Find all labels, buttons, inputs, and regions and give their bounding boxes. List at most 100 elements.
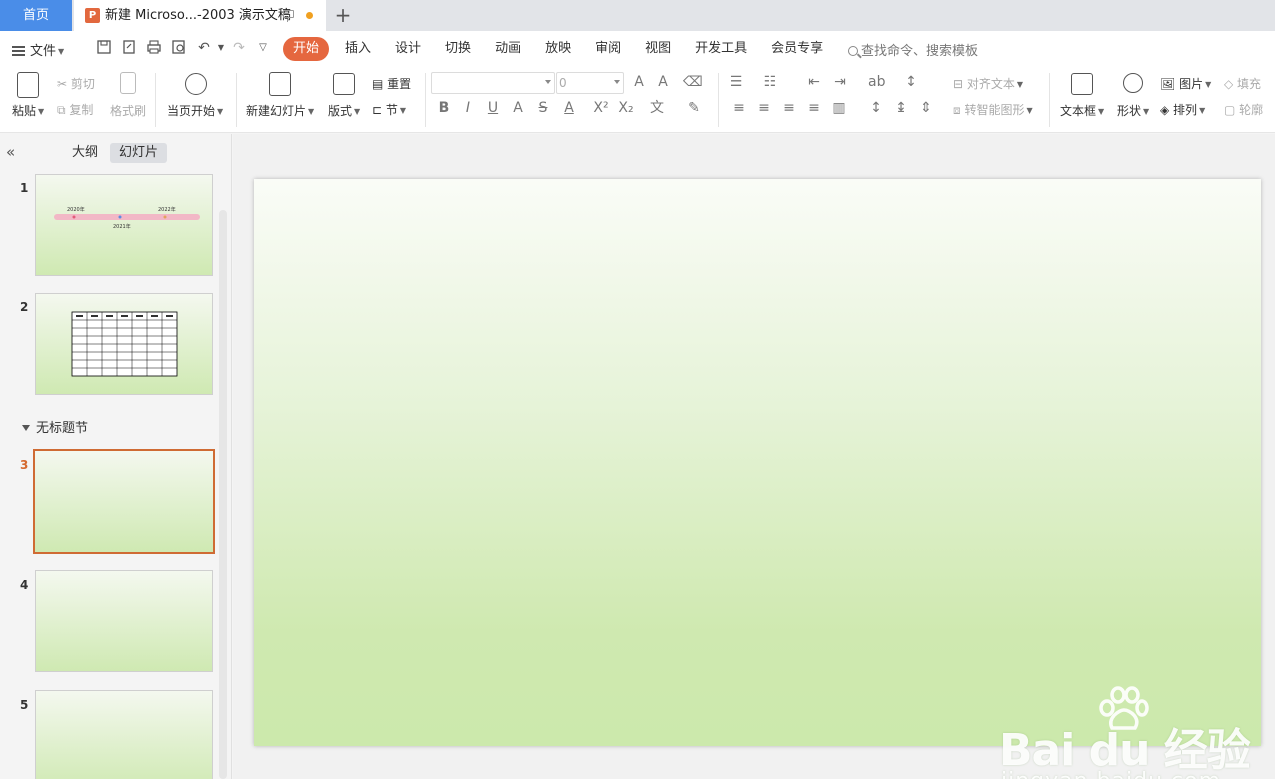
- hamburger-icon: [12, 46, 25, 56]
- format-painter-icon[interactable]: [120, 72, 136, 94]
- chevron-down-icon: ▼: [1098, 107, 1105, 116]
- numbered-list-icon[interactable]: ☷: [762, 74, 778, 90]
- fill-button[interactable]: ◇ 填充: [1224, 75, 1261, 92]
- distribute-icon[interactable]: ▥: [831, 100, 847, 116]
- slide-thumbnail-3[interactable]: [33, 449, 215, 554]
- text-direction-icon[interactable]: ab: [868, 74, 885, 90]
- clear-format-icon[interactable]: ⌫: [683, 74, 703, 90]
- new-tab-button[interactable]: +: [333, 2, 353, 28]
- panel-scrollbar[interactable]: [219, 210, 227, 779]
- section-button[interactable]: ⊏ 节 ▼: [372, 101, 406, 118]
- slide-thumbnail-5[interactable]: [35, 690, 213, 779]
- tab-transition[interactable]: 切换: [433, 37, 483, 61]
- start-current-button[interactable]: 当页开始 ▼: [167, 102, 223, 119]
- tab-member[interactable]: 会员专享: [759, 37, 835, 61]
- align-text-button[interactable]: ⊟ 对齐文本 ▼: [953, 75, 1023, 92]
- export-pdf-icon[interactable]: [120, 39, 138, 57]
- arrange-button[interactable]: ◈ 排列 ▼: [1160, 101, 1205, 118]
- justify-icon[interactable]: ≡: [806, 100, 822, 116]
- cut-button[interactable]: ✂ 剪切: [57, 75, 95, 92]
- align-right-icon[interactable]: ≡: [781, 100, 797, 116]
- outline-button[interactable]: ▢ 轮廓: [1224, 101, 1263, 118]
- align-left-icon[interactable]: ≡: [731, 100, 747, 116]
- tab-document[interactable]: P 新建 Microso...-2003 演示文稿: [74, 0, 326, 31]
- print-icon[interactable]: [145, 39, 163, 57]
- layout-button[interactable]: 版式 ▼: [328, 102, 360, 119]
- tab-slideshow[interactable]: 放映: [533, 37, 583, 61]
- paste-button[interactable]: 粘贴 ▼: [12, 102, 44, 119]
- slide-thumbnail-1[interactable]: 2020年 2022年 2021年: [35, 174, 213, 276]
- tab-start[interactable]: 开始: [283, 37, 330, 61]
- tab-design[interactable]: 设计: [383, 37, 433, 61]
- undo-dropdown-icon[interactable]: ▼: [212, 39, 230, 57]
- shadow-icon[interactable]: A: [510, 100, 526, 116]
- increase-font-icon[interactable]: A: [631, 74, 647, 90]
- subscript-icon[interactable]: X₂: [618, 100, 634, 116]
- paste-icon[interactable]: [17, 72, 39, 98]
- smart-art-button[interactable]: ⧈ 转智能图形 ▼: [953, 101, 1033, 118]
- present-mode-icon[interactable]: [283, 10, 294, 22]
- align-center-icon[interactable]: ≡: [756, 100, 772, 116]
- bold-icon[interactable]: B: [436, 100, 452, 116]
- font-color-icon[interactable]: A: [561, 100, 577, 116]
- slide-number: 2: [20, 300, 29, 314]
- tab-home[interactable]: 首页: [0, 0, 72, 31]
- redo-icon[interactable]: ↷: [230, 39, 248, 57]
- collapse-section-icon[interactable]: [22, 425, 30, 431]
- bullet-list-icon[interactable]: ☰: [728, 74, 744, 90]
- section-header[interactable]: 无标题节: [22, 417, 88, 436]
- play-icon[interactable]: [185, 73, 207, 95]
- reset-label: 重置: [387, 77, 412, 91]
- slides-panel: « 大纲 幻灯片 1 2020年 2022年 2021年 2 无标题节 3 4 …: [0, 134, 232, 779]
- collapse-panel-icon[interactable]: «: [6, 143, 15, 161]
- increase-indent-icon[interactable]: ⇥: [832, 74, 848, 90]
- tab-animation[interactable]: 动画: [483, 37, 533, 61]
- text-box-icon[interactable]: [1071, 73, 1093, 95]
- italic-icon[interactable]: I: [460, 100, 476, 116]
- tab-outline[interactable]: 大纲: [63, 143, 107, 163]
- slide-editor: Bai du 经验 jingyan.baidu.com: [233, 134, 1275, 779]
- tab-slides[interactable]: 幻灯片: [110, 143, 168, 163]
- new-slide-icon[interactable]: [269, 72, 291, 96]
- decrease-indent-icon[interactable]: ⇤: [806, 74, 822, 90]
- copy-button[interactable]: ⧉ 复制: [57, 101, 93, 118]
- slide-canvas[interactable]: Bai du 经验 jingyan.baidu.com: [254, 179, 1261, 779]
- tab-view[interactable]: 视图: [633, 37, 683, 61]
- line-spacing-icon[interactable]: ↕: [868, 100, 884, 116]
- font-family-select[interactable]: [431, 72, 555, 94]
- sort-icon[interactable]: ↕: [903, 74, 919, 90]
- decrease-font-icon[interactable]: A: [655, 74, 671, 90]
- file-menu-button[interactable]: 文件 ▼: [12, 40, 64, 59]
- print-preview-icon[interactable]: [170, 39, 188, 57]
- new-slide-button[interactable]: 新建幻灯片 ▼: [246, 102, 314, 119]
- phonetic-guide-icon[interactable]: 文: [649, 100, 665, 116]
- document-title: 新建 Microso...-2003 演示文稿: [105, 8, 291, 23]
- undo-icon[interactable]: ↶: [195, 39, 213, 57]
- section-icon: ⊏: [372, 103, 386, 117]
- customize-toolbar-icon[interactable]: ▽: [254, 39, 272, 57]
- slide-thumbnail-4[interactable]: [35, 570, 213, 672]
- underline-icon[interactable]: U: [485, 100, 501, 116]
- spacing-options-icon[interactable]: ⇕: [918, 100, 934, 116]
- shape-icon[interactable]: [1123, 73, 1143, 93]
- tab-review[interactable]: 审阅: [583, 37, 633, 61]
- highlight-icon[interactable]: ✎: [686, 100, 702, 116]
- tab-insert[interactable]: 插入: [333, 37, 383, 61]
- picture-button[interactable]: 🖼 图片 ▼: [1160, 75, 1211, 92]
- save-icon[interactable]: [95, 39, 113, 57]
- shape-label: 形状: [1117, 104, 1142, 118]
- layout-icon[interactable]: [333, 73, 355, 95]
- paragraph-spacing-icon[interactable]: ↨: [893, 100, 909, 116]
- slide-thumbnail-2[interactable]: [35, 293, 213, 395]
- tab-developer[interactable]: 开发工具: [683, 37, 759, 61]
- shape-button[interactable]: 形状 ▼: [1117, 102, 1149, 119]
- reset-button[interactable]: ▤ 重置: [372, 75, 411, 92]
- strikethrough-icon[interactable]: S: [535, 100, 551, 116]
- font-size-select[interactable]: 0: [556, 72, 624, 94]
- command-search[interactable]: 查找命令、搜索模板: [848, 40, 978, 59]
- superscript-icon[interactable]: X²: [593, 100, 609, 116]
- chevron-down-icon: ▼: [399, 106, 407, 115]
- text-box-button[interactable]: 文本框 ▼: [1060, 102, 1104, 119]
- copy-label: 复制: [69, 103, 94, 117]
- format-painter-button[interactable]: 格式刷: [110, 102, 146, 119]
